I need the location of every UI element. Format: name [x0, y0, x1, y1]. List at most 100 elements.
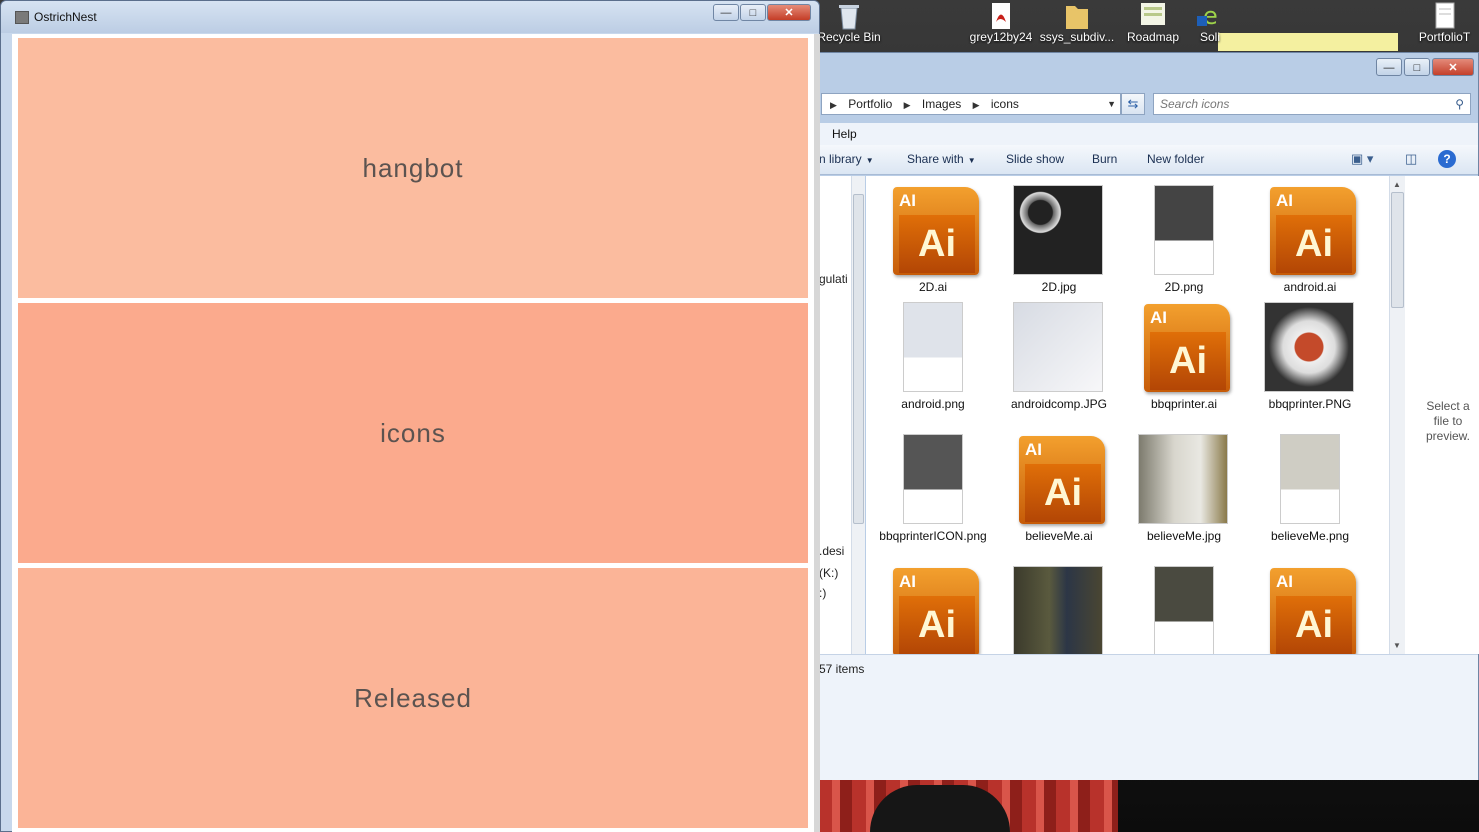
ai-small-label: AI [899, 572, 916, 591]
nav-item[interactable]: .desi [819, 544, 844, 558]
refresh-icon: ⇆ [1127, 96, 1139, 111]
file-item[interactable]: 2D.png [1124, 185, 1244, 294]
ostrichnest-titlebar[interactable]: OstrichNest — □ ✕ [1, 1, 819, 33]
ai-label: Ai [1150, 332, 1226, 390]
change-view-icon[interactable]: ▣ ▾ [1351, 151, 1373, 167]
share-with-button[interactable]: Share with ▼ [907, 152, 976, 166]
burn-button[interactable]: Burn [1092, 152, 1117, 166]
minimize-button[interactable]: — [713, 4, 739, 21]
image-thumbnail [1264, 302, 1354, 392]
help-icon[interactable]: ? [1438, 150, 1456, 168]
refresh-button[interactable]: ⇆ [1121, 93, 1145, 115]
file-name: android.png [901, 397, 965, 411]
desktop-icon-grey12by24[interactable]: grey12by24 [958, 0, 1044, 54]
ai-small-label: AI [899, 191, 916, 210]
text-file-icon [1435, 2, 1454, 29]
explorer-titlebar[interactable]: — □ ✕ [813, 53, 1478, 87]
illustrator-file-icon: AI Ai [1270, 187, 1356, 275]
nav-item[interactable]: :) [819, 586, 826, 600]
scroll-down-icon[interactable]: ▼ [1393, 641, 1401, 650]
file-name: believeMe.jpg [1146, 529, 1222, 543]
shortcut-icon: e [1197, 2, 1218, 30]
tile-panel: hangbot icons Released [12, 34, 820, 832]
image-thumbnail [1280, 434, 1340, 524]
tile-icons[interactable]: icons [18, 303, 808, 563]
file-item[interactable]: android.png [873, 302, 993, 411]
illustrator-file-icon: AI Ai [893, 568, 979, 654]
file-item[interactable]: AI Ai [873, 566, 993, 654]
close-button[interactable]: ✕ [767, 4, 811, 21]
minimize-button[interactable]: — [1376, 58, 1402, 76]
search-icon[interactable]: ⚲ [1455, 94, 1464, 114]
desktop-icon-soli[interactable]: e Soli [1180, 0, 1240, 54]
chevron-down-icon[interactable]: ▼ [1107, 94, 1116, 114]
file-item[interactable]: 2D.jpg [999, 185, 1119, 294]
include-in-library-button[interactable]: n library ▼ [819, 152, 874, 166]
ai-small-label: AI [1276, 191, 1293, 210]
file-name: 2D.jpg [1041, 280, 1077, 294]
scrollbar-thumb[interactable] [1391, 192, 1404, 308]
breadcrumb-icons[interactable]: icons [991, 94, 1019, 114]
desktop-icon-label: grey12by24 [969, 30, 1033, 44]
caret-down-icon: ▼ [865, 156, 874, 165]
file-item[interactable]: believeMe.png [1250, 434, 1370, 543]
desktop-icon-ssys[interactable]: ssys_subdiv... [1034, 0, 1120, 54]
image-thumbnail [1154, 185, 1214, 275]
chevron-right-icon: ▶ [830, 100, 837, 110]
file-item[interactable]: AI Ai bbqprinter.ai [1124, 302, 1244, 411]
ai-label: Ai [899, 215, 975, 273]
navigation-pane[interactable]: gulati .desi (K:) :) [813, 176, 865, 654]
file-item[interactable]: AI Ai android.ai [1250, 185, 1370, 294]
file-list-scrollbar[interactable]: ▲ ▼ [1389, 176, 1405, 654]
include-in-library-label: n library [819, 152, 862, 166]
ai-label: Ai [899, 596, 975, 654]
nav-item[interactable]: gulati [819, 272, 848, 286]
file-item[interactable]: androidcomp.JPG [999, 302, 1119, 411]
file-item[interactable]: believeMe.jpg [1124, 434, 1244, 543]
file-item[interactable]: AI Ai 2D.ai [873, 185, 993, 294]
file-item[interactable] [1124, 566, 1244, 654]
file-item[interactable]: AI Ai believeMe.ai [999, 434, 1119, 543]
illustrator-file-icon: AI Ai [1019, 436, 1105, 524]
file-item[interactable]: AI Ai [1250, 566, 1370, 654]
maximize-button[interactable]: □ [740, 4, 766, 21]
desktop-icon-label: ssys_subdiv... [1039, 30, 1115, 44]
nav-scrollbar[interactable] [851, 176, 865, 654]
tile-scrollbar[interactable] [814, 34, 820, 832]
new-folder-button[interactable]: New folder [1147, 152, 1204, 166]
slide-show-button[interactable]: Slide show [1006, 152, 1064, 166]
scrollbar-thumb[interactable] [853, 194, 864, 524]
tile-hangbot[interactable]: hangbot [18, 38, 808, 298]
address-bar[interactable]: ▶ Portfolio ▶ Images ▶ icons ▼ [821, 93, 1121, 115]
chevron-right-icon: ▶ [903, 100, 911, 110]
breadcrumb-portfolio[interactable]: Portfolio [848, 94, 892, 114]
image-thumbnail [903, 302, 963, 392]
ai-label: Ai [1276, 596, 1352, 654]
ai-label: Ai [1276, 215, 1352, 273]
search-placeholder: Search icons [1160, 97, 1230, 111]
file-name: bbqprinterICON.png [879, 529, 987, 543]
tile-released[interactable]: Released [18, 568, 808, 828]
caret-down-icon: ▼ [967, 156, 976, 165]
file-name: 2D.png [1164, 280, 1204, 294]
illustrator-file-icon: AI Ai [1144, 304, 1230, 392]
file-item[interactable]: bbqprinterICON.png [873, 434, 993, 543]
file-item[interactable] [999, 566, 1119, 654]
file-name: android.ai [1283, 280, 1337, 294]
preview-pane-icon[interactable]: ◫ [1405, 151, 1417, 167]
search-input[interactable]: Search icons ⚲ [1153, 93, 1471, 115]
file-item[interactable]: bbqprinter.PNG [1250, 302, 1370, 411]
wallpaper-shadow [870, 785, 1010, 832]
desktop-icon-portfolio[interactable]: PortfolioT [1410, 0, 1479, 54]
maximize-button[interactable]: □ [1404, 58, 1430, 76]
image-thumbnail [1013, 566, 1103, 654]
desktop-note [1218, 33, 1398, 51]
menu-help[interactable]: Help [832, 127, 857, 141]
scroll-up-icon[interactable]: ▲ [1393, 180, 1401, 189]
ai-small-label: AI [1150, 308, 1167, 327]
close-button[interactable]: ✕ [1432, 58, 1474, 76]
recycle-bin-icon [839, 5, 859, 30]
breadcrumb-images[interactable]: Images [922, 94, 961, 114]
image-thumbnail [903, 434, 963, 524]
nav-item[interactable]: (K:) [819, 566, 838, 580]
